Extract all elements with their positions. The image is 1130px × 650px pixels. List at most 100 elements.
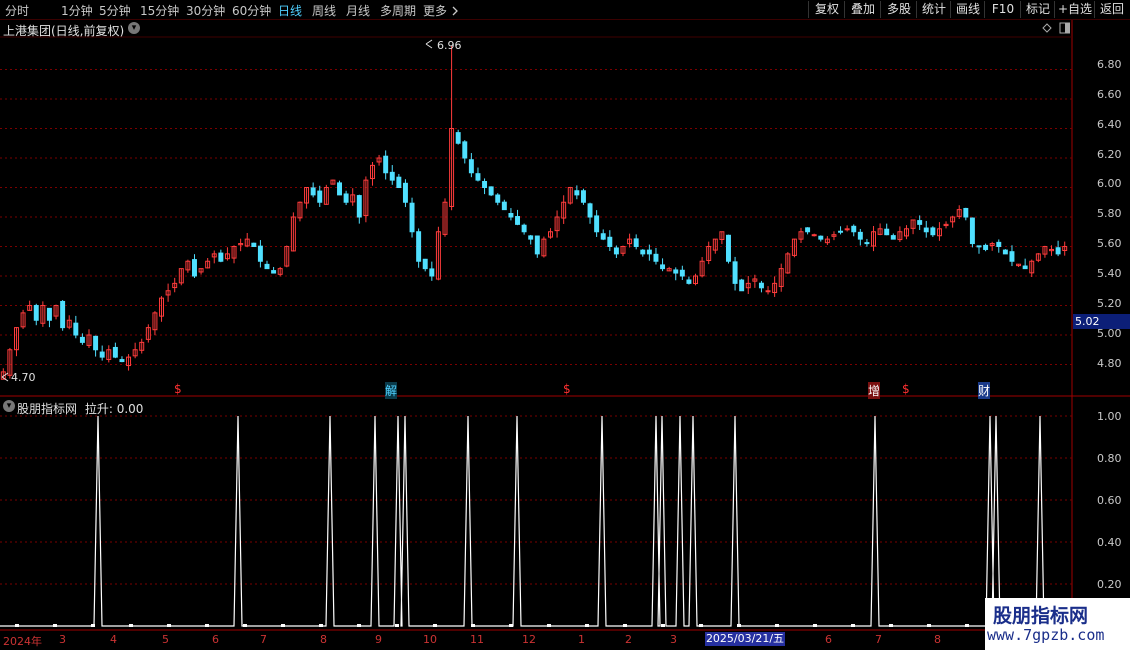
candle-body	[251, 242, 257, 247]
candle-body	[416, 231, 422, 262]
signal-dot	[281, 624, 285, 627]
candle-body	[534, 235, 540, 255]
candle-body	[646, 249, 652, 255]
candle-body	[119, 359, 125, 363]
candle-body	[976, 245, 982, 248]
high-arrow-icon	[425, 39, 433, 49]
signal-dot	[851, 624, 855, 627]
candle-body	[521, 224, 527, 233]
signal-dot	[623, 624, 627, 627]
x-tick: 9	[375, 633, 382, 646]
watermark-logo: 股朋指标网 www.7gpzb.com	[985, 598, 1130, 650]
x-tick: 3	[59, 633, 66, 646]
x-tick: 3	[670, 633, 677, 646]
candle-body	[33, 305, 39, 321]
candle-body	[600, 233, 606, 240]
y-tick: 6.80	[1097, 58, 1122, 71]
candle-body	[462, 141, 468, 159]
signal-dot	[965, 624, 969, 627]
signal-dot	[319, 624, 323, 627]
signal-dot	[737, 624, 741, 627]
candle-body	[60, 300, 66, 329]
candle-body	[1055, 247, 1061, 255]
y-tick: 6.00	[1097, 177, 1122, 190]
event-marker-dividend[interactable]: $	[563, 382, 571, 396]
y-tick: 0.20	[1097, 578, 1122, 591]
signal-dot	[889, 624, 893, 627]
candle-body	[838, 230, 844, 233]
candle-body	[613, 247, 619, 255]
candle-body	[317, 190, 323, 203]
signal-dot	[53, 624, 57, 627]
candle-body	[673, 269, 679, 274]
candles	[0, 45, 1068, 380]
candle-body	[356, 195, 362, 218]
current-price-badge: 5.02	[1073, 314, 1130, 329]
candle-body	[969, 217, 975, 245]
candle-body	[93, 335, 99, 351]
x-tick: 10	[423, 633, 437, 646]
y-tick: 6.20	[1097, 148, 1122, 161]
y-tick: 6.40	[1097, 118, 1122, 131]
event-marker-dividend[interactable]: $	[902, 382, 910, 396]
candle-body	[923, 227, 929, 233]
candle-body	[660, 264, 666, 270]
candle-body	[890, 235, 896, 240]
candle-body	[587, 203, 593, 218]
candle-body	[343, 193, 349, 203]
candle-body	[679, 269, 685, 277]
candle-body	[884, 228, 890, 236]
candle-body	[818, 235, 824, 240]
signal-dot	[547, 624, 551, 627]
candle-body	[574, 190, 580, 196]
candle-body	[99, 351, 105, 358]
y-tick: 5.60	[1097, 237, 1122, 250]
signal-dot	[699, 624, 703, 627]
candle-body	[310, 187, 316, 196]
indicator-spikes	[0, 415, 1070, 627]
candle-body	[758, 282, 764, 289]
cursor-date-badge: 2025/03/21/五	[705, 632, 785, 646]
low-price-label: 4.70	[11, 371, 36, 384]
candlestick-chart[interactable]	[0, 0, 1130, 650]
y-tick: 4.80	[1097, 357, 1122, 370]
candle-body	[264, 263, 270, 270]
signal-dot	[775, 624, 779, 627]
event-marker-dividend[interactable]: $	[174, 382, 182, 396]
candle-body	[963, 207, 969, 218]
signal-dot	[813, 624, 817, 627]
event-marker-increase[interactable]: 增	[868, 382, 881, 399]
event-marker-unlock[interactable]: 解	[385, 382, 398, 399]
signal-dot	[471, 624, 475, 627]
signal-dot	[15, 624, 19, 627]
candle-body	[857, 231, 863, 240]
signal-dot	[509, 624, 513, 627]
candle-body	[495, 194, 501, 203]
high-price-label: 6.96	[437, 39, 462, 52]
x-tick: 2	[625, 633, 632, 646]
x-tick: 8	[934, 633, 941, 646]
x-tick: 7	[875, 633, 882, 646]
candle-body	[1009, 251, 1015, 262]
signal-dot	[585, 624, 589, 627]
candle-body	[633, 238, 639, 248]
event-marker-financial[interactable]: 财	[978, 382, 991, 399]
y-tick: 0.80	[1097, 452, 1122, 465]
signal-dot	[661, 624, 665, 627]
signal-dot	[91, 624, 95, 627]
x-tick: 11	[470, 633, 484, 646]
candle-body	[73, 322, 79, 336]
y-tick: 1.00	[1097, 410, 1122, 423]
x-tick: 2024年	[3, 635, 42, 648]
candle-body	[429, 268, 435, 277]
chevron-down-icon[interactable]: ▾	[3, 400, 15, 412]
candle-body	[739, 279, 745, 292]
indicator-grid	[0, 415, 1072, 585]
x-tick: 4	[110, 633, 117, 646]
candle-body	[389, 171, 395, 181]
candle-body	[475, 173, 481, 181]
y-tick: 6.60	[1097, 88, 1122, 101]
signal-dot	[129, 624, 133, 627]
candle-body	[218, 252, 224, 262]
candle-body	[686, 279, 692, 284]
